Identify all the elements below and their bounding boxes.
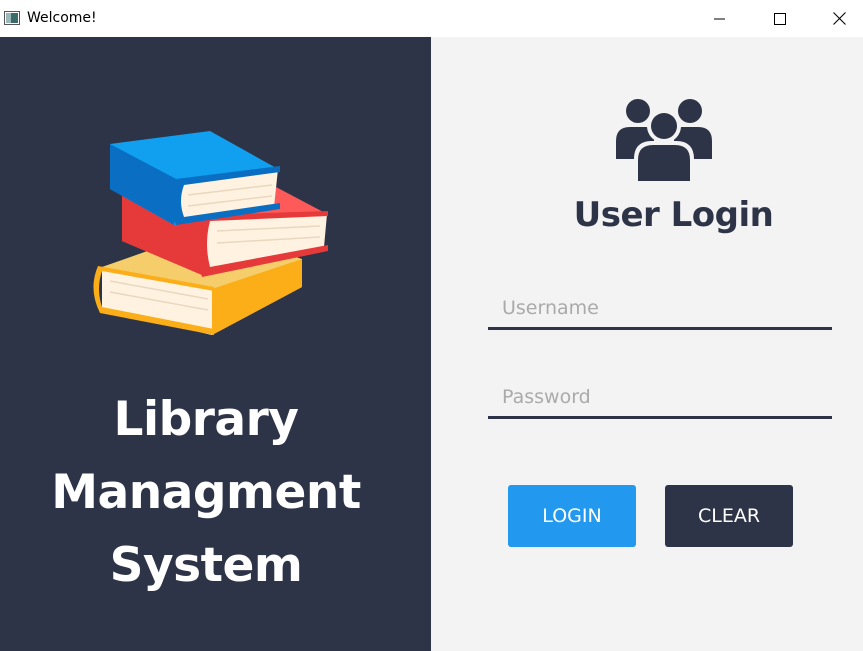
- maximize-button[interactable]: [757, 0, 803, 37]
- title-bar[interactable]: Welcome!: [0, 0, 863, 37]
- minimize-button[interactable]: [697, 0, 743, 37]
- branding-panel: Library Managment System: [0, 37, 431, 651]
- username-field[interactable]: [488, 288, 832, 330]
- minimize-icon: [714, 18, 725, 19]
- users-group-icon: [616, 99, 712, 181]
- login-button[interactable]: LOGIN: [508, 485, 636, 547]
- login-panel: User Login LOGIN CLEAR: [431, 37, 863, 651]
- login-heading: User Login: [573, 195, 774, 235]
- clear-button-label: CLEAR: [697, 505, 761, 527]
- app-title-line-1: Library: [113, 392, 299, 447]
- maximize-icon: [774, 12, 786, 25]
- window-title: Welcome!: [27, 10, 97, 26]
- app-title: Library Managment System: [0, 383, 412, 602]
- app-title-line-3: System: [109, 538, 303, 593]
- close-button[interactable]: [816, 0, 862, 37]
- stacked-books-icon: [93, 131, 328, 335]
- window-app-icon: [4, 11, 20, 25]
- app-title-line-2: Managment: [51, 465, 361, 520]
- close-icon: [832, 12, 846, 25]
- password-field[interactable]: [488, 377, 832, 419]
- clear-button[interactable]: CLEAR: [665, 485, 793, 547]
- login-button-label: LOGIN: [542, 505, 602, 527]
- app-window: Welcome! Library Managment System User L…: [0, 0, 863, 651]
